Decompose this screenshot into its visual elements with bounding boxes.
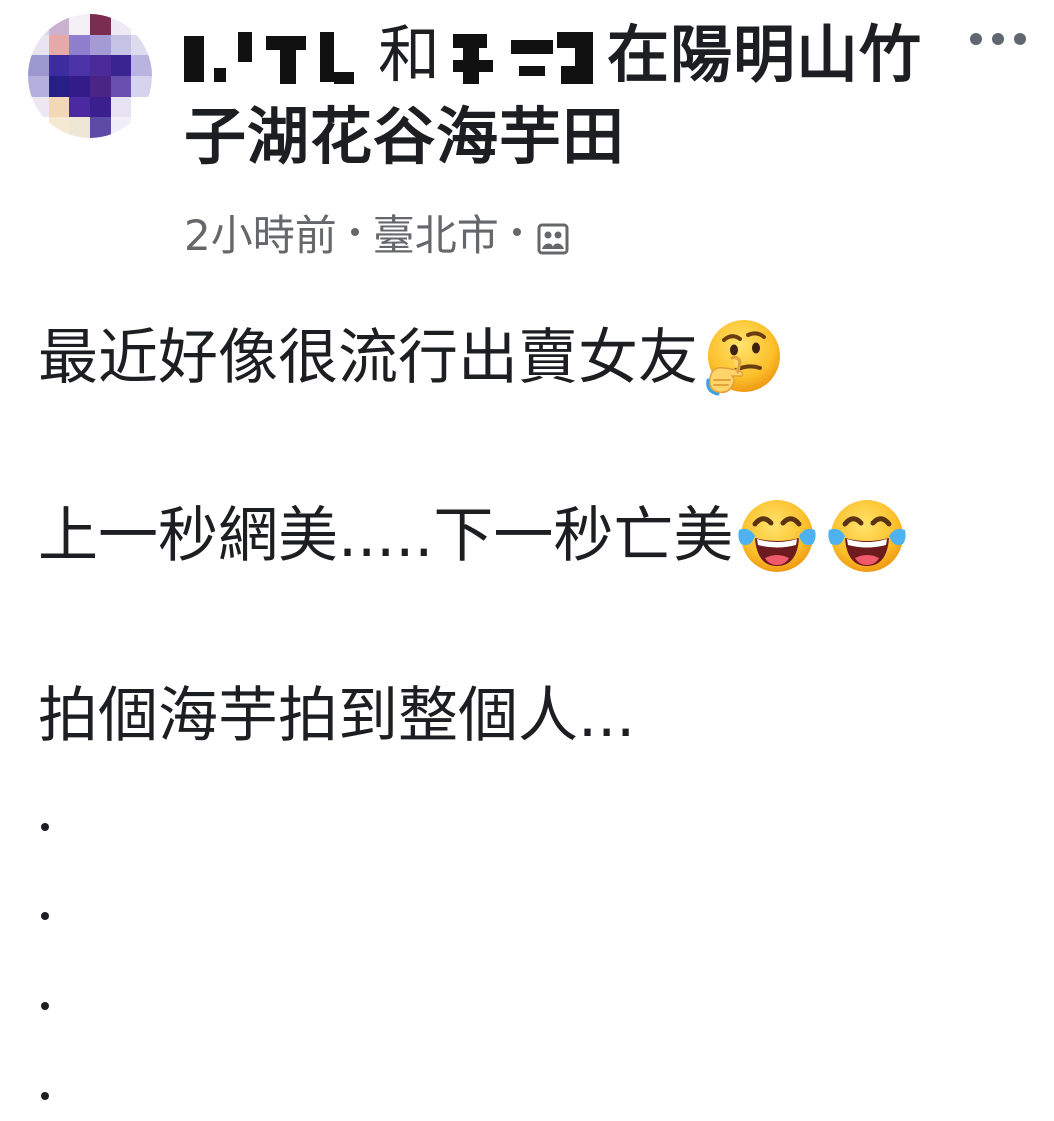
post-text-line-2: 上一秒網美.....下一秒亡美	[38, 496, 907, 576]
title-location-line2[interactable]: 子湖花谷海芋田	[184, 100, 625, 173]
post-time[interactable]: 2小時前	[184, 202, 337, 263]
tears-of-joy-emoji	[827, 496, 907, 576]
photo-album-icon[interactable]	[537, 216, 569, 255]
post-place[interactable]: 臺北市	[373, 202, 499, 263]
post-dot-line	[41, 823, 49, 831]
title-connector: 和	[378, 18, 442, 91]
post-dot-line	[41, 1092, 49, 1100]
redacted-name-1[interactable]	[184, 28, 364, 86]
post-text-line-3: 拍個海芋拍到整個人...	[38, 678, 635, 754]
post-text: 拍個海芋拍到整個人...	[38, 681, 636, 751]
post-dot-line	[41, 1002, 49, 1010]
title-location[interactable]: 在陽明山竹	[607, 18, 922, 91]
redacted-name-2[interactable]	[453, 28, 603, 86]
avatar[interactable]	[28, 14, 152, 138]
post-meta: 2小時前 臺北市	[184, 200, 569, 264]
thinking-face-emoji	[702, 318, 782, 398]
separator-dot	[512, 228, 521, 236]
post-text: 最近好像很流行出賣女友	[38, 323, 698, 393]
post-title: 和 在陽明山竹 子湖花谷海芋田	[184, 14, 944, 178]
separator-dot	[350, 228, 359, 236]
more-options-icon[interactable]	[970, 22, 1026, 56]
post-text-line-1: 最近好像很流行出賣女友	[38, 318, 782, 398]
tears-of-joy-emoji	[737, 496, 817, 576]
post-dot-line	[41, 912, 49, 920]
post-text: 上一秒網美.....下一秒亡美	[38, 501, 734, 571]
